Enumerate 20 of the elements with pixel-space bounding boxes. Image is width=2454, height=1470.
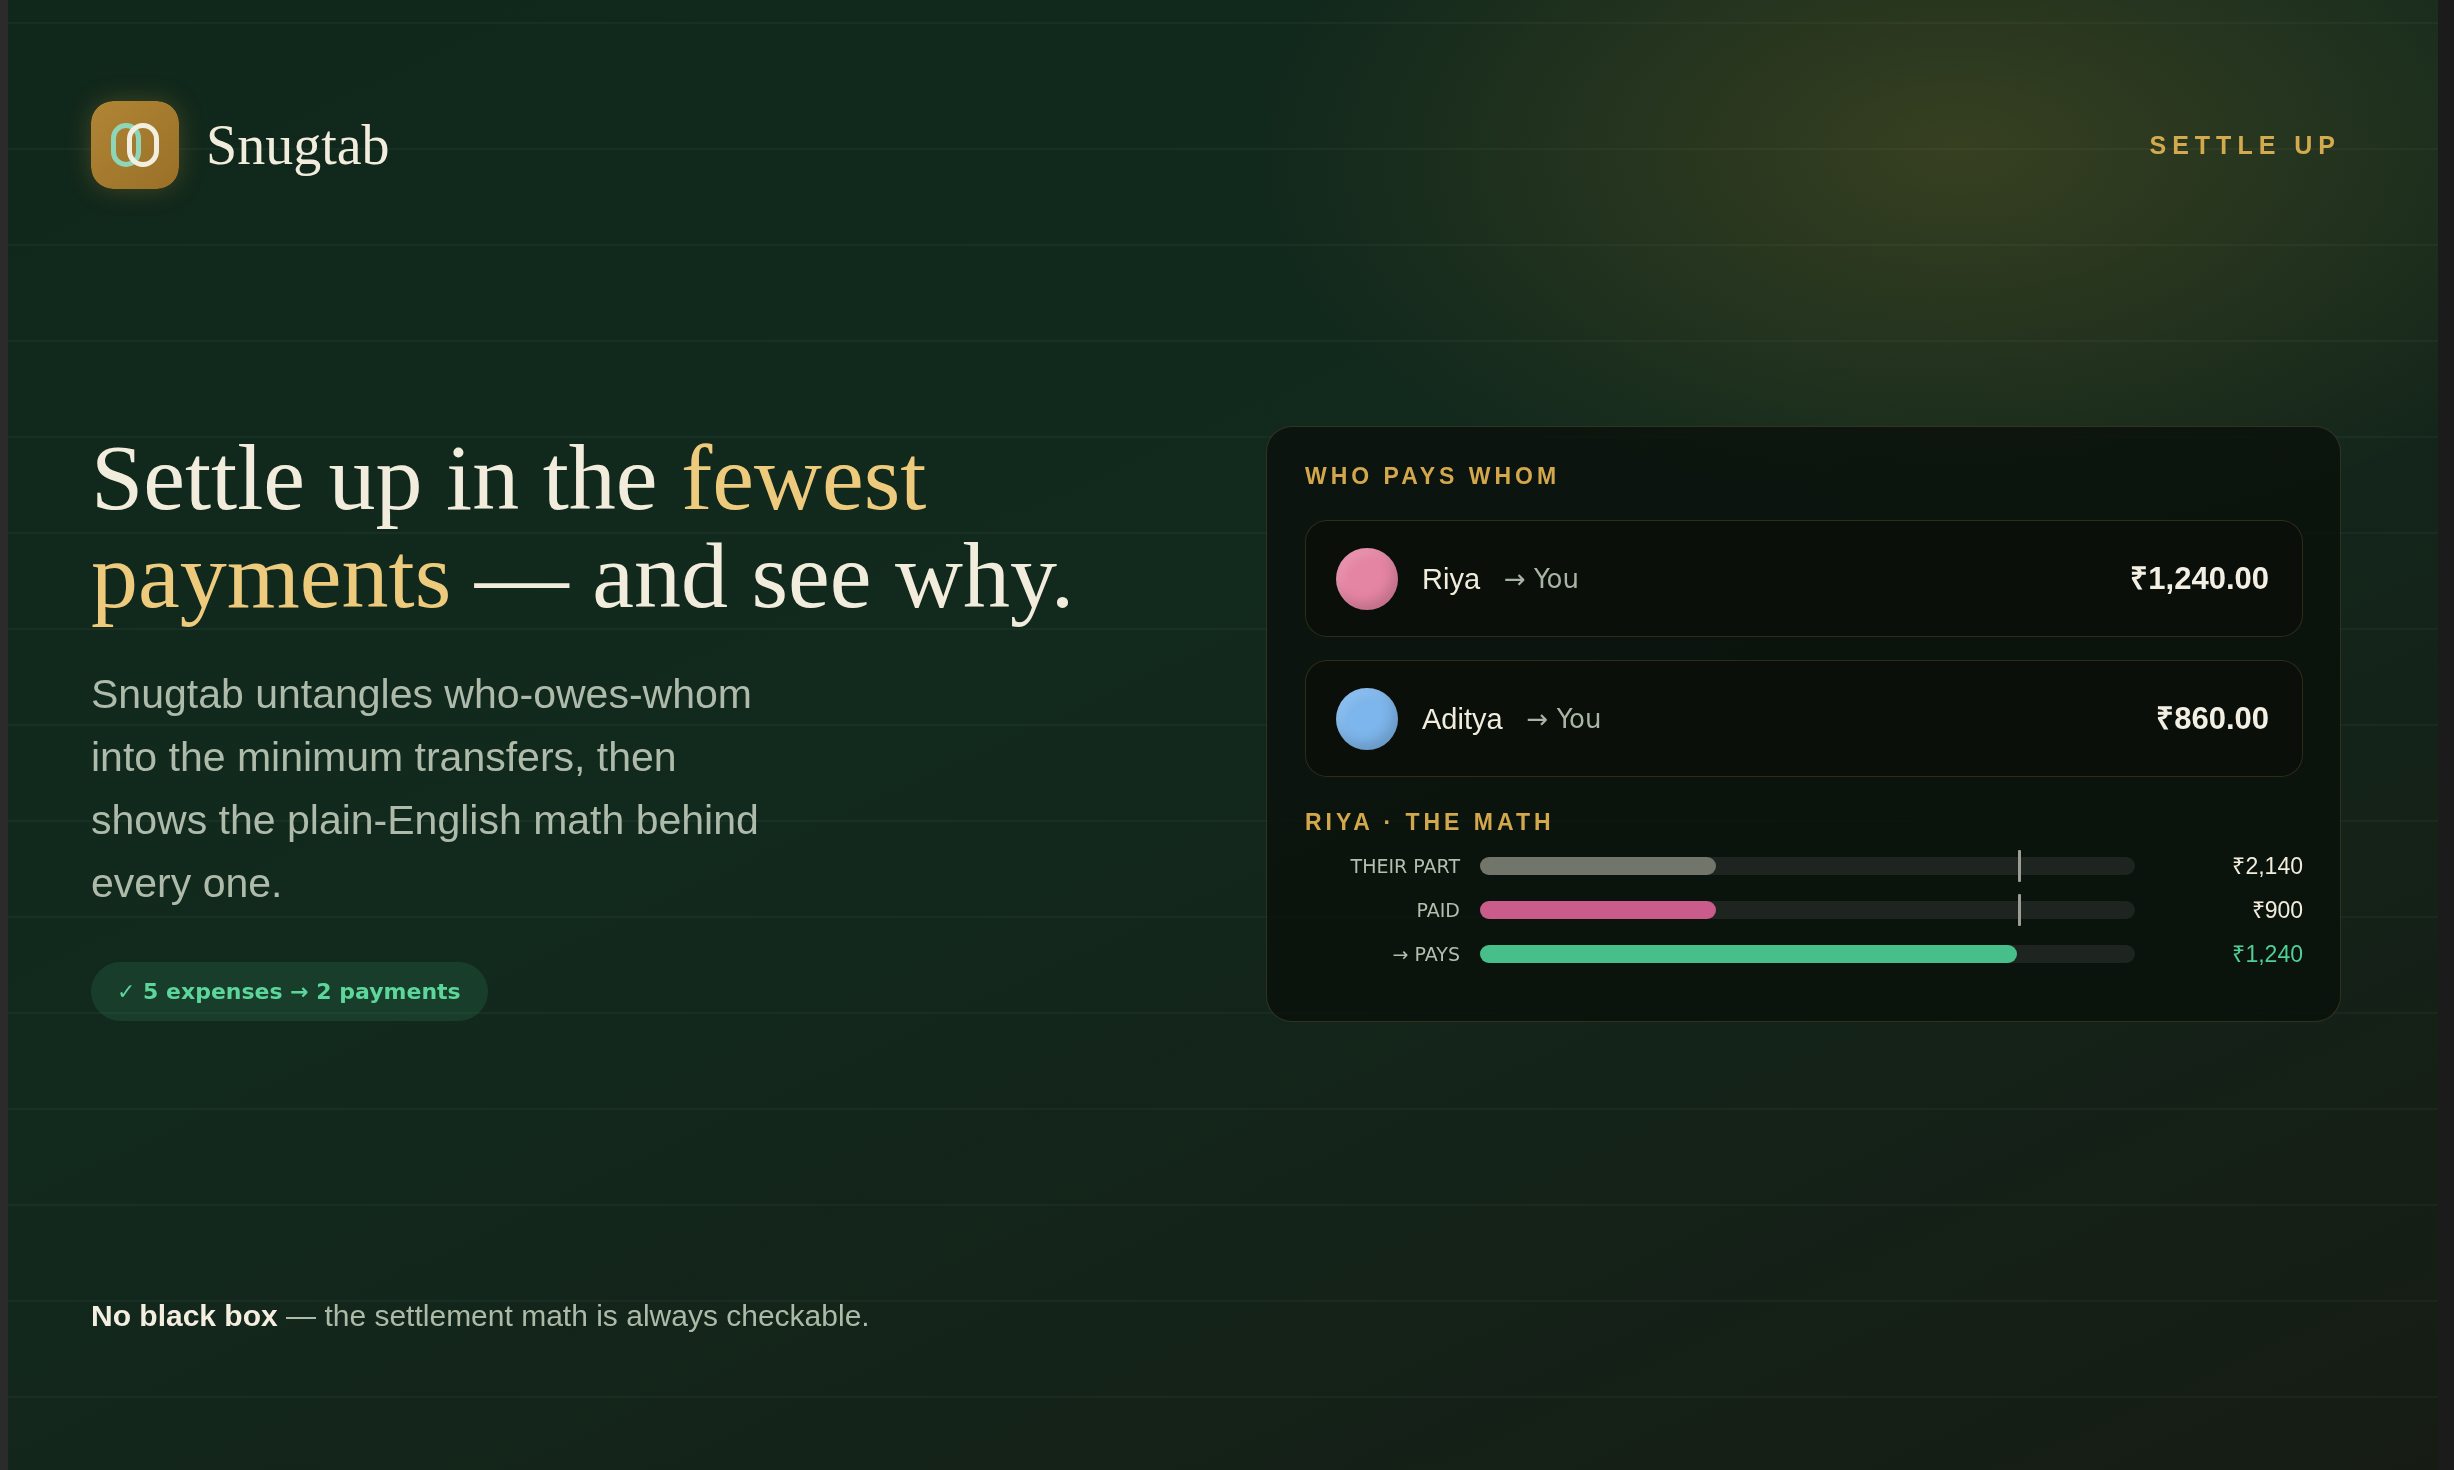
description: Snugtab untangles who-owes-whom into the minimum transfers, then shows the plain-English math behind every one. — [91, 670, 760, 908]
payment-amount: ₹860.00 — [2156, 699, 2269, 738]
bar-value: ₹900 — [2251, 896, 2303, 925]
payee-label: → You — [1504, 562, 1579, 596]
payer-name: Riya — [1422, 561, 1480, 597]
section-heading: WHO PAYS WHOM — [1305, 462, 1561, 490]
bar-label: → PAYS — [1392, 942, 1460, 967]
footer-note: No black box — the settlement math is always checkable. — [91, 1298, 870, 1334]
bar-label: THEIR PART — [1350, 854, 1460, 879]
logo-icon — [91, 101, 179, 189]
payment-amount: ₹1,240.00 — [2130, 559, 2269, 598]
bar-label: PAID — [1416, 898, 1460, 923]
section-heading: RIYA · THE MATH — [1305, 808, 1555, 836]
bar-value: ₹2,140 — [2232, 852, 2303, 881]
summary-badge: ✓ 5 expenses → 2 payments — [91, 962, 488, 1021]
payer-name: Aditya — [1422, 701, 1503, 737]
settle-up-link[interactable]: SETTLE UP — [2149, 130, 2341, 160]
bar-value: ₹1,240 — [2232, 940, 2303, 969]
payee-label: → You — [1526, 702, 1602, 736]
brand-name: Snugtab — [206, 113, 390, 177]
